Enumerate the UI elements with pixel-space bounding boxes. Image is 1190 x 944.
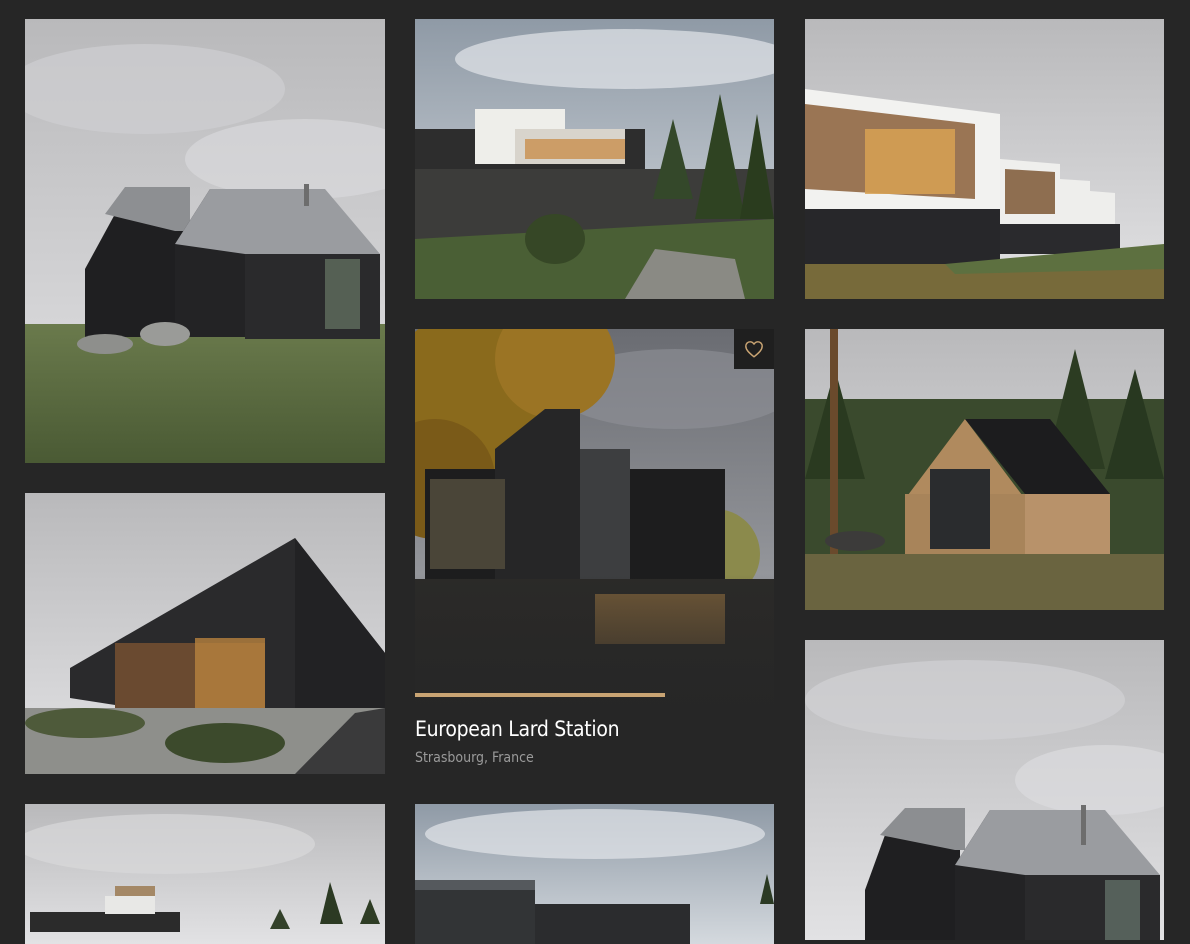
project-image [25, 493, 385, 774]
gallery-item-5[interactable]: European Lard Station Strasbourg, France [415, 329, 774, 774]
gallery-item-3[interactable] [25, 804, 385, 944]
project-image [805, 19, 1164, 299]
caption-gradient [415, 574, 774, 774]
project-image [25, 804, 385, 944]
favorite-button[interactable] [734, 329, 774, 369]
project-image [805, 640, 1164, 940]
heart-outline-icon [745, 341, 763, 358]
accent-bar [415, 693, 665, 697]
gallery-item-4[interactable] [415, 19, 774, 299]
gallery-item-2[interactable] [25, 493, 385, 774]
project-image [805, 329, 1164, 610]
project-location: Strasbourg, France [415, 750, 534, 766]
project-image [415, 19, 774, 299]
project-title[interactable]: European Lard Station [415, 717, 620, 741]
gallery-item-1[interactable] [25, 19, 385, 463]
project-image [415, 804, 774, 944]
project-image [25, 19, 385, 463]
gallery-item-8[interactable] [805, 329, 1164, 610]
gallery-item-9[interactable] [805, 640, 1164, 940]
gallery-item-7[interactable] [805, 19, 1164, 299]
gallery-item-6[interactable] [415, 804, 774, 944]
